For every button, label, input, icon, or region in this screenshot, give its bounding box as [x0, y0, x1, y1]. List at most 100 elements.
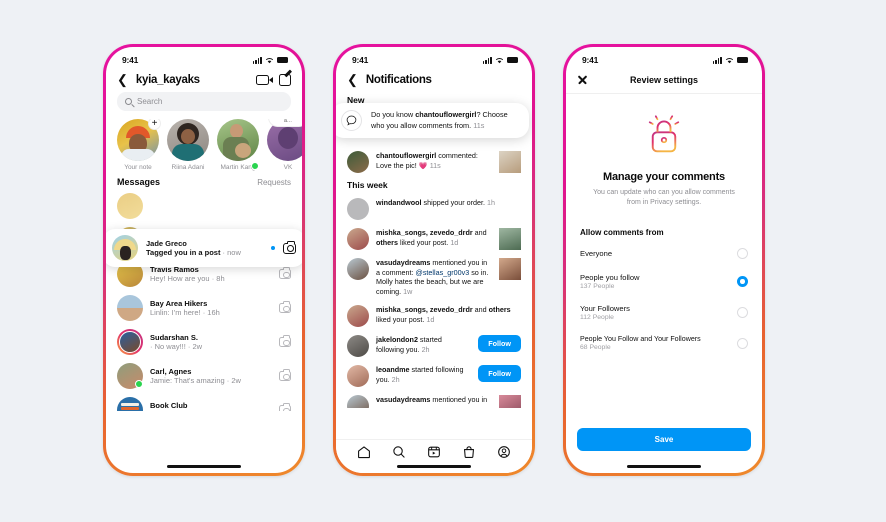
radio-button-selected[interactable] [737, 276, 748, 288]
home-icon[interactable] [357, 445, 371, 459]
notification-item[interactable]: chantouflowergirl commented: Love the pi… [336, 147, 532, 177]
story-item[interactable]: + Your note [117, 119, 161, 171]
option-label: People you follow [580, 273, 640, 283]
profile-icon[interactable] [497, 445, 511, 459]
requests-link[interactable]: Requests [257, 178, 291, 187]
post-thumbnail[interactable] [499, 151, 521, 173]
option-label: Your Followers [580, 304, 630, 314]
video-camera-icon[interactable] [256, 74, 273, 85]
back-chevron-icon[interactable]: ❮ [347, 73, 358, 86]
avatar [117, 295, 143, 321]
camera-icon[interactable] [279, 267, 291, 279]
camera-icon[interactable] [283, 240, 296, 254]
notification-item[interactable]: leoandme started following you. 2h Follo… [336, 361, 532, 391]
search-input[interactable]: Search [117, 92, 291, 111]
conversation-name: Bay Area Hikers [150, 299, 208, 308]
avatar [347, 198, 369, 220]
status-indicators [712, 56, 748, 64]
header-actions [256, 73, 291, 86]
story-item[interactable]: Martin Kang [217, 119, 259, 171]
save-button-container: Save [566, 428, 762, 451]
search-icon [125, 98, 132, 105]
follow-button[interactable]: Follow [478, 334, 521, 352]
avatar [347, 258, 369, 280]
conversation-list[interactable]: Dance Crew Ara: LOL what · now Travis Ra… [106, 189, 302, 411]
message-toast-notification[interactable]: Jade Greco Tagged you in a post · now [106, 229, 302, 267]
radio-option-your-followers[interactable]: Your Followers 112 People [566, 297, 762, 328]
notification-list[interactable]: windandwool shipped your order. 1h mishk… [336, 194, 532, 408]
camera-icon[interactable] [279, 335, 291, 347]
list-item[interactable] [106, 189, 302, 223]
radio-button[interactable] [737, 248, 748, 260]
back-chevron-icon[interactable]: ❮ [117, 73, 128, 86]
status-bar: 9:41 [336, 47, 532, 69]
conversation-name: Carl, Agnes [150, 367, 192, 376]
save-button[interactable]: Save [577, 428, 751, 451]
option-subtext: 112 People [580, 314, 614, 322]
notification-text: jakelondon2 started following you. 2h [376, 334, 442, 354]
post-thumbnail[interactable] [499, 228, 521, 250]
shop-icon[interactable] [462, 445, 476, 459]
list-item[interactable]: Bay Area Hikers Linlin: I'm here! · 16h [106, 291, 302, 325]
notification-text: mishka_songs, zevedo_drdr and others lik… [376, 228, 487, 247]
search-icon[interactable] [392, 445, 406, 459]
notification-item[interactable]: vasudaydreams mentioned you in a comment… [336, 254, 532, 301]
post-thumbnail[interactable] [499, 258, 521, 280]
notification-item[interactable]: jakelondon2 started following you. 2h Fo… [336, 331, 532, 361]
status-indicators [482, 56, 518, 64]
option-label: Everyone [580, 249, 613, 259]
comment-bubble-icon [341, 110, 362, 131]
notification-text: mishka_songs, zevedo_drdr and others lik… [376, 304, 511, 324]
post-thumbnail[interactable] [499, 394, 521, 408]
notification-text: chantouflowergirl commented: Love the pi… [376, 151, 478, 170]
notification-item[interactable]: mishka_songs, zevedo_drdr and others lik… [336, 301, 532, 331]
screenshot-canvas: 9:41 ❮ kyia_kayaks Search + Your note Ri… [0, 0, 886, 522]
notification-text: vasudaydreams mentioned you in a comment… [376, 258, 489, 297]
conversation-name: Book Club [150, 401, 188, 410]
close-icon[interactable] [577, 74, 588, 85]
signal-icon [482, 56, 492, 64]
notification-text: windandwool shipped your order. 1h [376, 198, 496, 207]
phone3-screen: 9:41 Review settings Manage your comment… [566, 47, 762, 473]
comment-settings-toast[interactable]: Do you know chantouflowergirl? Choose wh… [336, 103, 529, 138]
wifi-icon [265, 57, 274, 63]
camera-icon[interactable] [279, 403, 291, 411]
conversation-preview: Jamie: That's amazing · 2w [150, 376, 241, 385]
radio-option-people-you-follow[interactable]: People you follow 137 People [566, 266, 762, 297]
avatar [117, 363, 143, 389]
list-item[interactable]: Book Club Active 12m ago [106, 393, 302, 411]
avatar [112, 235, 138, 261]
story-item[interactable]: Riina Adani [167, 119, 209, 171]
compose-icon[interactable] [279, 73, 291, 86]
phone-mockup-messages: 9:41 ❮ kyia_kayaks Search + Your note Ri… [103, 44, 305, 476]
avatar [347, 304, 369, 327]
notification-item[interactable]: mishka_songs, zevedo_drdr and others lik… [336, 224, 532, 254]
phone2-screen: 9:41 ❮ Notifications New chantouflowergi… [336, 47, 532, 473]
status-time: 9:41 [122, 55, 139, 65]
avatar [347, 228, 369, 250]
radio-button[interactable] [737, 307, 748, 319]
add-story-icon[interactable]: + [148, 119, 161, 130]
stories-row[interactable]: + Your note Riina Adani Martin Kang a… V… [106, 119, 302, 171]
avatar [347, 364, 369, 387]
wifi-icon [725, 57, 734, 63]
online-badge [135, 380, 143, 388]
radio-option-everyone[interactable]: Everyone [566, 241, 762, 266]
list-item[interactable]: Sudarshan S. · No way!!! · 2w [106, 325, 302, 359]
radio-option-follow-and-followers[interactable]: People You Follow and Your Followers 68 … [566, 328, 762, 358]
story-item[interactable]: Ca… pl…a… VK [267, 119, 302, 171]
avatar [217, 119, 259, 161]
notification-item[interactable]: windandwool shipped your order. 1h [336, 194, 532, 224]
reels-icon[interactable] [427, 445, 441, 459]
radio-button[interactable] [737, 337, 748, 349]
toast-name: Jade Greco [146, 239, 187, 248]
camera-icon[interactable] [279, 301, 291, 313]
avatar [347, 151, 369, 173]
page-title: kyia_kayaks [135, 73, 200, 86]
follow-button[interactable]: Follow [478, 364, 521, 382]
camera-icon[interactable] [279, 369, 291, 381]
avatar [347, 334, 369, 357]
section-header-week: This week [347, 180, 388, 190]
notification-item[interactable]: vasudaydreams mentioned you in [336, 391, 532, 408]
list-item[interactable]: Carl, Agnes Jamie: That's amazing · 2w [106, 359, 302, 393]
